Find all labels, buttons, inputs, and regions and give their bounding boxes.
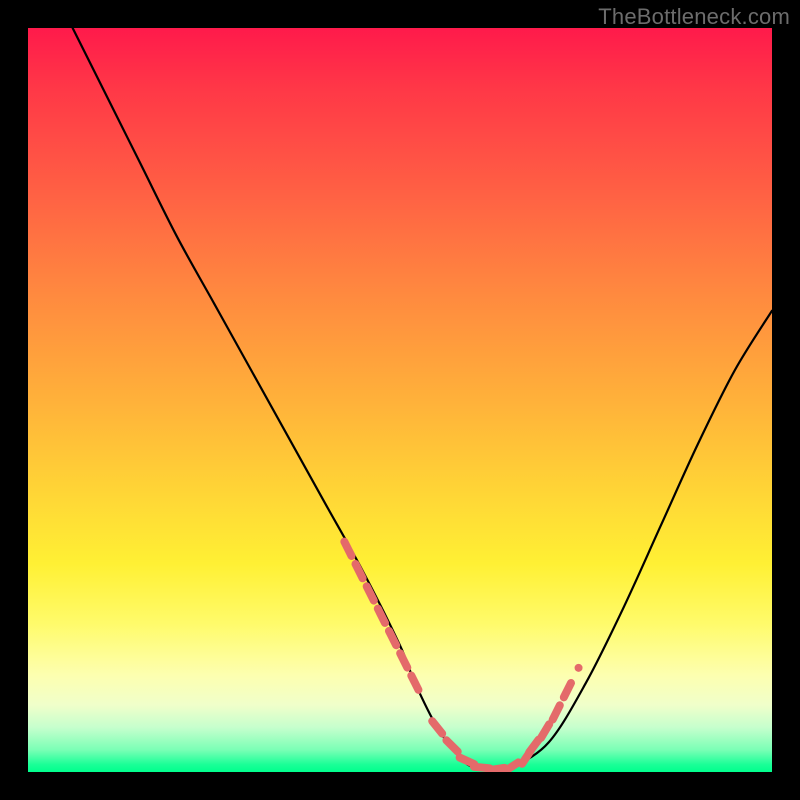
highlight-dash — [505, 762, 518, 771]
highlight-dash — [400, 653, 407, 667]
watermark-text: TheBottleneck.com — [598, 4, 790, 30]
plot-area — [28, 28, 772, 772]
curve-layer — [28, 28, 772, 772]
chart-container: TheBottleneck.com — [0, 0, 800, 800]
highlight-dash — [432, 721, 442, 734]
highlight-dash — [356, 564, 363, 578]
highlight-dash — [564, 683, 571, 697]
highlight-dash — [529, 740, 539, 753]
highlight-dash — [541, 724, 549, 738]
highlight-dash — [460, 758, 475, 765]
highlight-dash — [446, 740, 457, 751]
highlight-dots — [344, 542, 578, 772]
highlight-dash — [411, 676, 418, 690]
highlight-dash — [344, 542, 351, 556]
highlight-dash — [553, 705, 560, 719]
main-curve — [73, 28, 772, 770]
